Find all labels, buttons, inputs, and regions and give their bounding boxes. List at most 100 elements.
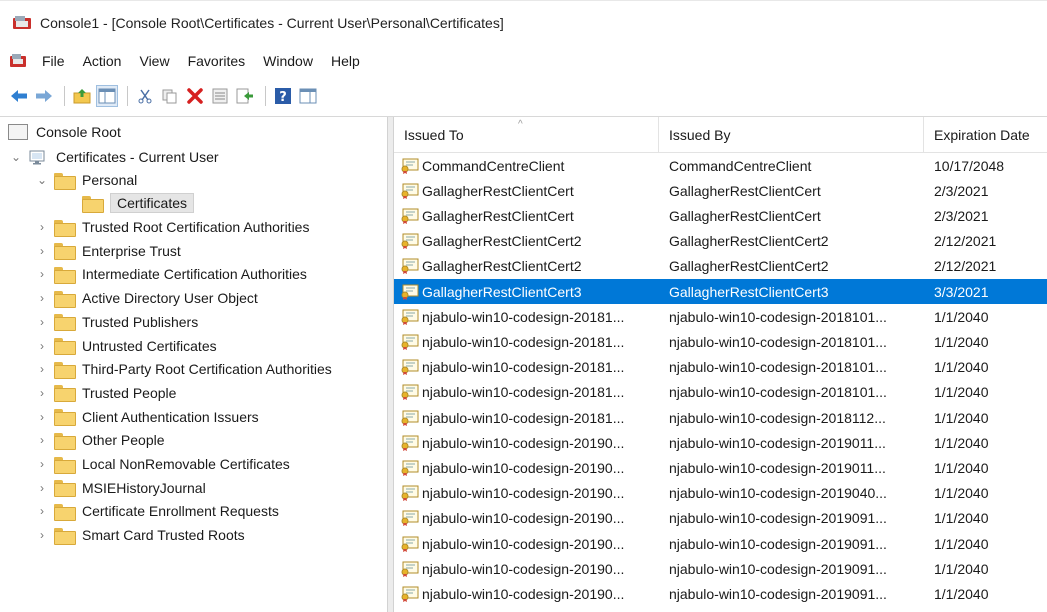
cell-expiration-date: 1/1/2040 [934, 355, 1044, 380]
tree-item-folder[interactable]: › Intermediate Certification Authorities [36, 263, 307, 285]
cell-expiration-date: 2/3/2021 [934, 178, 1044, 203]
cell-issued-to: njabulo-win10-codesign-20181... [400, 329, 655, 354]
tree-item-folder[interactable]: › Third-Party Root Certification Authorit… [36, 358, 332, 380]
menu-view[interactable]: View [130, 53, 178, 69]
chevron-right-icon[interactable]: › [36, 528, 48, 542]
tree-item-folder[interactable]: › Trusted People [36, 382, 176, 404]
cell-text: njabulo-win10-codesign-20190... [422, 535, 625, 552]
chevron-right-icon[interactable]: › [36, 339, 48, 353]
cell-issued-to: GallagherRestClientCert2 [400, 254, 655, 279]
chevron-right-icon[interactable]: › [36, 291, 48, 305]
cell-text: 1/1/2040 [934, 510, 989, 527]
table-row[interactable]: njabulo-win10-codesign-20181... njabulo-w… [394, 380, 1047, 405]
chevron-right-icon[interactable]: › [36, 410, 48, 424]
up-folder-icon[interactable] [71, 85, 93, 107]
chevron-right-icon[interactable]: › [36, 315, 48, 329]
cell-issued-by: CommandCentreClient [669, 153, 919, 178]
chevron-right-icon[interactable]: › [36, 362, 48, 376]
console-tree: Console Root ⌄ Certificates - Current Us… [0, 117, 387, 612]
chevron-down-icon[interactable]: ⌄ [10, 150, 22, 164]
folder-icon [54, 172, 76, 190]
tree-item-personal[interactable]: ⌄ Personal [36, 169, 137, 191]
tree-item-folder[interactable]: › MSIEHistoryJournal [36, 477, 206, 499]
chevron-right-icon[interactable]: › [36, 433, 48, 447]
table-row[interactable]: GallagherRestClientCert GallagherRestClie… [394, 203, 1047, 228]
cell-text: 1/1/2040 [934, 585, 989, 602]
properties-icon[interactable] [209, 85, 231, 107]
chevron-right-icon[interactable]: › [36, 504, 48, 518]
tree-item-folder[interactable]: › Certificate Enrollment Requests [36, 500, 279, 522]
table-row[interactable]: njabulo-win10-codesign-20190... njabulo-w… [394, 481, 1047, 506]
menu-help[interactable]: Help [322, 53, 369, 69]
export-list-icon[interactable] [234, 85, 256, 107]
tree-item-label: Console Root [36, 124, 121, 140]
column-header-issued-to[interactable]: Issued To ^ [394, 117, 659, 153]
tree-item-folder[interactable]: › Trusted Root Certification Authorities [36, 216, 309, 238]
tree-item-certificates-current-user[interactable]: ⌄ Certificates - Current User [10, 146, 219, 168]
back-arrow-icon[interactable] [8, 85, 30, 107]
chevron-right-icon[interactable]: › [36, 220, 48, 234]
table-row[interactable]: CommandCentreClient CommandCentreClient 10… [394, 153, 1047, 178]
menu-action[interactable]: Action [74, 53, 131, 69]
table-row[interactable]: njabulo-win10-codesign-20181... njabulo-w… [394, 405, 1047, 430]
tree-item-folder[interactable]: › Trusted Publishers [36, 311, 198, 333]
tree-item-certificates[interactable]: Certificates [82, 192, 195, 214]
column-header-expiration-date[interactable]: Expiration Date [924, 117, 1047, 153]
cell-issued-by: njabulo-win10-codesign-2019091... [669, 506, 919, 531]
table-row[interactable]: njabulo-win10-codesign-20190... njabulo-w… [394, 556, 1047, 581]
delete-icon[interactable] [184, 85, 206, 107]
chevron-down-icon[interactable]: ⌄ [36, 173, 48, 187]
help-icon[interactable]: ? [272, 85, 294, 107]
action-pane-icon[interactable] [297, 85, 319, 107]
tree-item-folder[interactable]: › Local NonRemovable Certificates [36, 453, 290, 475]
menu-favorites[interactable]: Favorites [179, 53, 255, 69]
menu-file[interactable]: File [33, 53, 74, 69]
show-hide-tree-icon[interactable] [96, 85, 118, 107]
folder-icon [54, 432, 76, 450]
tree-item-folder[interactable]: › Enterprise Trust [36, 240, 181, 262]
chevron-right-icon[interactable]: › [36, 386, 48, 400]
table-row[interactable]: njabulo-win10-codesign-20190... njabulo-w… [394, 581, 1047, 606]
table-row[interactable]: GallagherRestClientCert2 GallagherRestCli… [394, 229, 1047, 254]
cell-text: 1/1/2040 [934, 535, 989, 552]
svg-text:?: ? [279, 90, 287, 105]
tree-item-label: Intermediate Certification Authorities [82, 266, 307, 283]
forward-arrow-icon[interactable] [33, 85, 55, 107]
table-row[interactable]: GallagherRestClientCert3 GallagherRestCli… [394, 279, 1047, 304]
cell-text: njabulo-win10-codesign-2018101... [669, 359, 887, 376]
cell-issued-to: njabulo-win10-codesign-20190... [400, 581, 655, 606]
cell-text: GallagherRestClientCert [669, 207, 821, 224]
tree-item-folder[interactable]: › Other People [36, 429, 165, 451]
table-row[interactable]: njabulo-win10-codesign-20190... njabulo-w… [394, 531, 1047, 556]
tree-item-console-root[interactable]: Console Root [8, 121, 121, 143]
tree-item-folder[interactable]: › Client Authentication Issuers [36, 406, 259, 428]
table-row[interactable]: GallagherRestClientCert2 GallagherRestCli… [394, 254, 1047, 279]
certificate-icon [401, 435, 419, 451]
table-row[interactable]: GallagherRestClientCert GallagherRestClie… [394, 178, 1047, 203]
tree-item-folder[interactable]: › Active Directory User Object [36, 287, 258, 309]
chevron-right-icon[interactable]: › [36, 267, 48, 281]
chevron-right-icon[interactable]: › [36, 244, 48, 258]
tree-item-folder[interactable]: › Untrusted Certificates [36, 335, 217, 357]
chevron-right-icon[interactable]: › [36, 481, 48, 495]
copy-icon[interactable] [159, 85, 181, 107]
table-row[interactable]: njabulo-win10-codesign-20190... njabulo-w… [394, 455, 1047, 480]
certificate-icon [401, 410, 419, 426]
cell-expiration-date: 10/17/2048 [934, 153, 1044, 178]
table-row[interactable]: njabulo-win10-codesign-20181... njabulo-w… [394, 304, 1047, 329]
pane-splitter[interactable] [387, 117, 394, 612]
cut-icon[interactable] [134, 85, 156, 107]
cell-text: njabulo-win10-codesign-20181... [422, 333, 625, 350]
table-row[interactable]: njabulo-win10-codesign-20190... njabulo-w… [394, 430, 1047, 455]
column-header-issued-by[interactable]: Issued By [659, 117, 924, 153]
table-row[interactable]: njabulo-win10-codesign-20181... njabulo-w… [394, 329, 1047, 354]
toolbar-separator [265, 86, 266, 106]
table-row[interactable]: njabulo-win10-codesign-20190... njabulo-w… [394, 506, 1047, 531]
table-row[interactable]: njabulo-win10-codesign-20181... njabulo-w… [394, 355, 1047, 380]
folder-icon [54, 503, 76, 521]
cell-issued-to: njabulo-win10-codesign-20181... [400, 405, 655, 430]
menu-window[interactable]: Window [254, 53, 322, 69]
chevron-right-icon[interactable]: › [36, 457, 48, 471]
tree-item-folder[interactable]: › Smart Card Trusted Roots [36, 524, 245, 546]
system-menu-icon[interactable] [9, 53, 27, 69]
